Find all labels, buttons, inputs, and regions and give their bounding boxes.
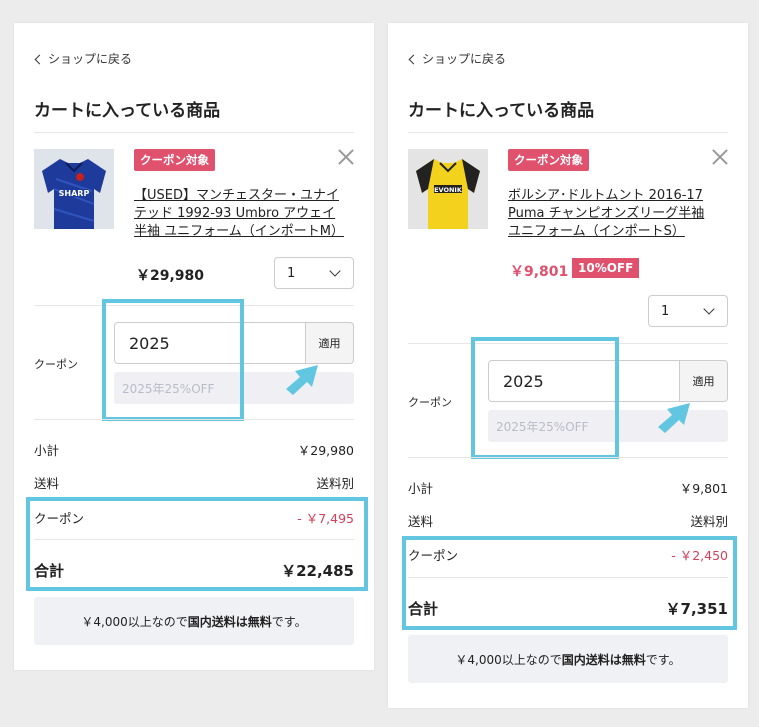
quantity-value: 1 xyxy=(661,303,670,319)
shirt-image-icon: SHARP xyxy=(34,149,114,229)
subtotal-value: ￥9,801 xyxy=(679,481,728,496)
back-label: ショップに戻る xyxy=(48,52,133,66)
product-price: ￥29,980 xyxy=(136,268,205,284)
shirt-image-icon: EVONIK xyxy=(408,149,488,229)
chevron-left-icon xyxy=(34,54,45,64)
divider xyxy=(34,132,354,133)
free-shipping-note: ￥4,000以上なので 国内送料は無料 です。 xyxy=(34,597,354,645)
coupon-label: クーポン xyxy=(408,396,452,409)
note-suffix: です。 xyxy=(645,652,681,667)
chevron-down-icon xyxy=(703,303,715,315)
note-suffix: です。 xyxy=(271,614,307,629)
note-prefix: ￥4,000以上なので xyxy=(455,652,562,667)
shipping-label: 送料 xyxy=(34,476,60,491)
highlight-box-totals xyxy=(26,497,368,591)
chevron-left-icon xyxy=(408,54,419,64)
note-prefix: ￥4,000以上なので xyxy=(81,614,188,629)
chevron-down-icon xyxy=(329,265,341,277)
arrow-pointer-icon xyxy=(282,357,322,397)
product-thumbnail[interactable]: EVONIK xyxy=(408,149,488,229)
cart-title: カートに入っている商品 xyxy=(34,101,221,121)
discount-badge: 10%OFF xyxy=(572,258,640,278)
cart-panel-right: ショップに戻る カートに入っている商品 EVONIK クーポン対象 ボルシア･ド… xyxy=(388,23,748,708)
subtotal-row: 小計 ￥29,980 xyxy=(34,440,354,459)
product-thumbnail[interactable]: SHARP xyxy=(34,149,114,229)
back-to-shop-link[interactable]: ショップに戻る xyxy=(34,50,133,67)
free-shipping-note: ￥4,000以上なので 国内送料は無料 です。 xyxy=(408,635,728,683)
note-bold: 国内送料は無料 xyxy=(561,652,646,667)
quantity-select[interactable]: 1 xyxy=(274,257,354,289)
svg-text:EVONIK: EVONIK xyxy=(434,186,463,194)
note-bold: 国内送料は無料 xyxy=(187,614,272,629)
coupon-label: クーポン xyxy=(34,358,78,371)
divider xyxy=(34,419,354,420)
product-price: ￥9,801 xyxy=(510,264,569,280)
close-icon[interactable] xyxy=(710,147,730,167)
coupon-eligible-badge: クーポン対象 xyxy=(134,149,215,171)
shipping-row: 送料 送料別 xyxy=(34,473,354,492)
divider xyxy=(408,132,728,133)
subtotal-value: ￥29,980 xyxy=(297,443,354,458)
svg-text:SHARP: SHARP xyxy=(59,189,90,198)
shipping-value: 送料別 xyxy=(316,476,354,491)
product-name-link[interactable]: 【USED】マンチェスター・ユナイテッド 1992-93 Umbro アウェイ半… xyxy=(134,187,344,241)
shipping-label: 送料 xyxy=(408,514,434,529)
subtotal-label: 小計 xyxy=(34,443,60,458)
back-to-shop-link[interactable]: ショップに戻る xyxy=(408,50,507,67)
highlight-box-coupon xyxy=(471,337,619,459)
shipping-value: 送料別 xyxy=(690,514,728,529)
back-label: ショップに戻る xyxy=(422,52,507,66)
subtotal-label: 小計 xyxy=(408,481,434,496)
coupon-eligible-badge: クーポン対象 xyxy=(508,149,589,171)
highlight-box-totals xyxy=(402,536,737,630)
close-icon[interactable] xyxy=(336,147,356,167)
highlight-box-coupon xyxy=(102,299,244,421)
arrow-pointer-icon xyxy=(654,395,694,435)
divider xyxy=(408,457,728,458)
product-name-link[interactable]: ボルシア･ドルトムント 2016-17 Puma チャンピオンズリーグ半袖 ユニ… xyxy=(508,187,713,241)
shipping-row: 送料 送料別 xyxy=(408,511,728,530)
cart-title: カートに入っている商品 xyxy=(408,101,595,121)
subtotal-row: 小計 ￥9,801 xyxy=(408,478,728,497)
quantity-select[interactable]: 1 xyxy=(648,295,728,327)
cart-panel-left: ショップに戻る カートに入っている商品 SHARP クーポン対象 【USED】マ… xyxy=(14,23,374,670)
quantity-value: 1 xyxy=(287,265,296,281)
